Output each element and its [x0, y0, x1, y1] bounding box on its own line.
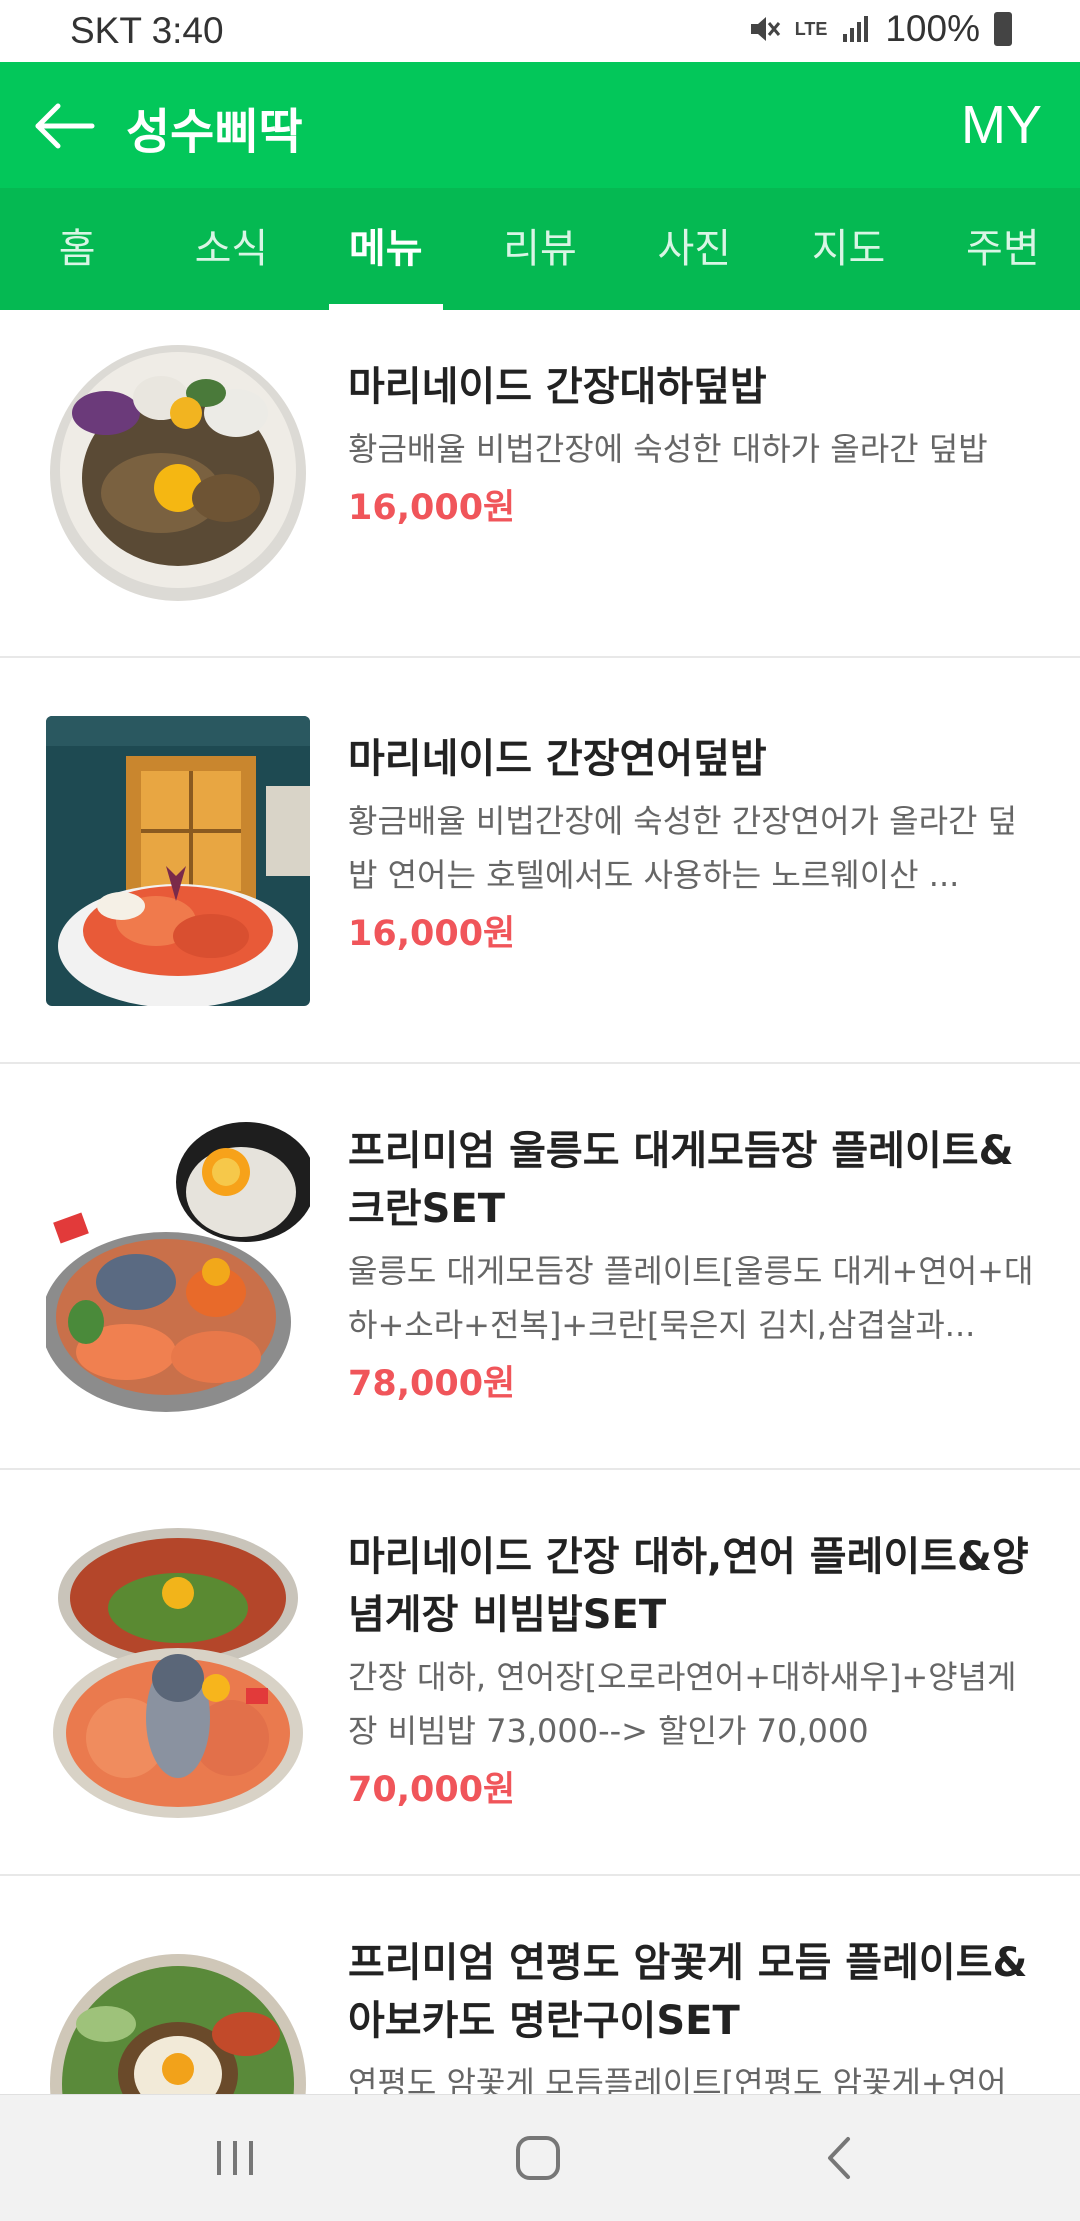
menu-item-name: 마리네이드 간장대하덮밥: [348, 364, 767, 410]
arrow-left-icon: [35, 103, 95, 149]
menu-item-text: 마리네이드 간장연어덮밥 황금배율 비법간장에 숙성한 간장연어가 올라간 덮밥…: [348, 730, 1036, 958]
battery-icon: [994, 12, 1012, 46]
menu-item[interactable]: 마리네이드 간장대하덮밥 황금배율 비법간장에 숙성한 대하가 올라간 덮밥 1…: [0, 310, 1080, 658]
tab-menu[interactable]: 메뉴: [309, 188, 463, 310]
lte-icon: LTE: [794, 18, 828, 39]
chevron-left-icon: [828, 2137, 850, 2179]
tab-nearby[interactable]: 주변: [926, 188, 1080, 310]
home-button[interactable]: [508, 2133, 568, 2183]
menu-item-text: 프리미엄 연평도 암꽃게 모듬 플레이트&아보카도 명란구이SET 연평도 암꽃…: [348, 1934, 1036, 2094]
menu-item[interactable]: 마리네이드 간장연어덮밥 황금배율 비법간장에 숙성한 간장연어가 올라간 덮밥…: [0, 658, 1080, 1064]
page-title: 성수삐딱: [126, 104, 303, 160]
menu-item-photo: [46, 1122, 310, 1412]
menu-item[interactable]: 프리미엄 연평도 암꽃게 모듬 플레이트&아보카도 명란구이SET 연평도 암꽃…: [0, 1876, 1080, 2094]
tab-bar: 홈 소식 메뉴 리뷰 사진 지도 주변: [0, 188, 1080, 310]
mute-icon: [750, 17, 780, 41]
app-bar: 성수삐딱 MY: [0, 62, 1080, 188]
battery-percent: 100%: [885, 8, 980, 49]
back-nav-button[interactable]: [810, 2133, 870, 2183]
menu-item-photo: [46, 1528, 310, 1818]
menu-item-photo: [46, 716, 310, 1006]
status-bar: SKT 3:40 LTE 100%: [0, 0, 1080, 62]
menu-item-price: 70,000원: [348, 1770, 516, 1810]
menu-item-text: 마리네이드 간장대하덮밥 황금배율 비법간장에 숙성한 대하가 올라간 덮밥 1…: [348, 358, 1036, 532]
tab-reviews[interactable]: 리뷰: [463, 188, 617, 310]
my-button[interactable]: MY: [961, 94, 1042, 156]
tab-home[interactable]: 홈: [0, 188, 154, 310]
home-icon: [516, 2136, 560, 2180]
menu-item-photo: [46, 1934, 310, 2094]
menu-item-desc: 연평도 암꽃게 모듬플레이트[연평도 암꽃게+연어: [348, 2064, 1007, 2094]
menu-item[interactable]: 프리미엄 울릉도 대게모듬장 플레이트&크란SET 울릉도 대게모듬장 플레이트…: [0, 1064, 1080, 1470]
tab-photos[interactable]: 사진: [617, 188, 771, 310]
menu-item-photo: [46, 328, 310, 618]
menu-item-desc: 울릉도 대게모듬장 플레이트[울릉도 대게+연어+대하+소라+전복]+크란[묵은…: [348, 1252, 1034, 1344]
recent-apps-button[interactable]: [205, 2133, 265, 2183]
menu-item-text: 마리네이드 간장 대하,연어 플레이트&양념게장 비빔밥SET 간장 대하, 연…: [348, 1528, 1036, 1814]
menu-item-name: 마리네이드 간장연어덮밥: [348, 736, 767, 782]
tab-map[interactable]: 지도: [771, 188, 925, 310]
system-nav-bar: [0, 2094, 1080, 2221]
menu-item-price: 16,000원: [348, 914, 516, 954]
signal-icon: [843, 16, 869, 42]
menu-item-desc: 황금배율 비법간장에 숙성한 간장연어가 올라간 덮밥 연어는 호텔에서도 사용…: [348, 802, 1018, 894]
status-carrier-time: SKT 3:40: [70, 10, 224, 51]
menu-item-name: 프리미엄 연평도 암꽃게 모듬 플레이트&아보카도 명란구이SET: [348, 1940, 1028, 2044]
menu-item-name: 마리네이드 간장 대하,연어 플레이트&양념게장 비빔밥SET: [348, 1534, 1029, 1638]
menu-item[interactable]: 마리네이드 간장 대하,연어 플레이트&양념게장 비빔밥SET 간장 대하, 연…: [0, 1470, 1080, 1876]
tab-news[interactable]: 소식: [154, 188, 308, 310]
menu-item-name: 프리미엄 울릉도 대게모듬장 플레이트&크란SET: [348, 1128, 1014, 1232]
menu-item-price: 16,000원: [348, 488, 516, 528]
menu-item-desc: 황금배율 비법간장에 숙성한 대하가 올라간 덮밥: [348, 430, 988, 468]
menu-item-price: 78,000원: [348, 1364, 516, 1404]
menu-item-desc: 간장 대하, 연어장[오로라연어+대하새우]+양념게장 비빔밥 73,000--…: [348, 1658, 1017, 1750]
recent-apps-icon: [217, 2141, 253, 2175]
menu-list: 마리네이드 간장대하덮밥 황금배율 비법간장에 숙성한 대하가 올라간 덮밥 1…: [0, 310, 1080, 2094]
status-icons: LTE 100%: [747, 8, 1012, 50]
menu-item-text: 프리미엄 울릉도 대게모듬장 플레이트&크란SET 울릉도 대게모듬장 플레이트…: [348, 1122, 1036, 1408]
back-button[interactable]: [30, 96, 100, 156]
